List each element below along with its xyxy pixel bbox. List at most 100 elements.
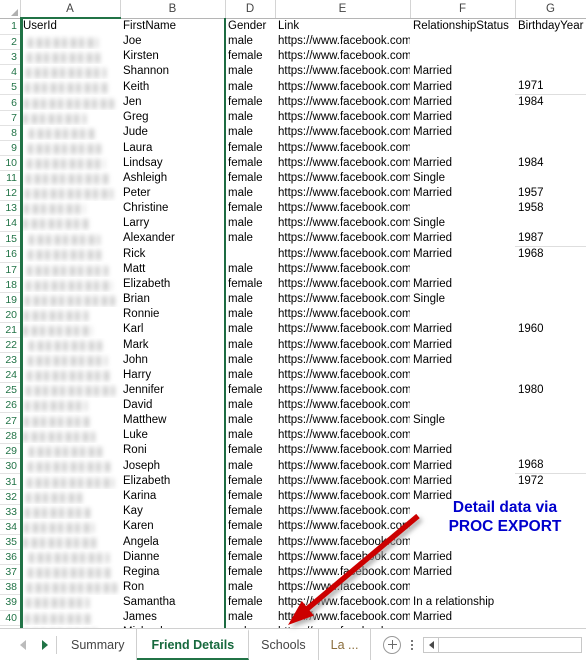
cell-userid[interactable] [20, 322, 120, 337]
cell-userid[interactable] [20, 443, 120, 458]
cell-relationshipstatus[interactable]: Married [410, 610, 515, 625]
cell-firstname[interactable]: Mark [120, 338, 225, 353]
row-header[interactable]: 27 [0, 412, 20, 429]
row-header[interactable]: 15 [0, 231, 20, 248]
column-header-b[interactable]: B [120, 0, 226, 19]
cell-birthdayyear[interactable] [515, 413, 586, 428]
cell-gender[interactable]: male [225, 292, 275, 307]
cell-userid[interactable] [20, 95, 120, 111]
cell-e1[interactable]: Link [275, 18, 410, 34]
cell-userid[interactable] [20, 428, 120, 443]
cell-link[interactable]: https://www.facebook.com/jen.y [275, 95, 410, 111]
cell-userid[interactable] [20, 262, 120, 277]
cell-userid[interactable] [20, 550, 120, 565]
cell-birthdayyear[interactable]: 1957 [515, 186, 586, 201]
cell-userid[interactable] [20, 201, 120, 216]
row-header[interactable]: 13 [0, 200, 20, 217]
cell-link[interactable]: https://www.facebook.com/larry [275, 216, 410, 231]
cell-relationshipstatus[interactable]: Married [410, 64, 515, 79]
cell-gender[interactable]: male [225, 398, 275, 413]
more-options-icon[interactable] [411, 639, 414, 650]
row-header[interactable]: 30 [0, 458, 20, 475]
column-header-f[interactable]: F [410, 0, 516, 19]
cell-userid[interactable] [20, 353, 120, 368]
row-header[interactable]: 16 [0, 246, 20, 263]
cell-gender[interactable]: female [225, 201, 275, 216]
cell-birthdayyear[interactable]: 1968 [515, 247, 586, 263]
table-row[interactable]: 7 Gregmalehttps://www.facebook.com/grafgM… [0, 110, 586, 126]
cell-birthdayyear[interactable] [515, 565, 586, 580]
cell-link[interactable]: https://www.facebook.com/uppe [275, 262, 410, 277]
row-header[interactable]: 1 [0, 18, 20, 35]
cell-birthdayyear[interactable] [515, 307, 586, 322]
row-header[interactable]: 10 [0, 155, 20, 172]
cell-firstname[interactable]: James [120, 610, 225, 625]
table-row[interactable]: 21 Karlmalehttps://www.facebook.com/karl.… [0, 322, 586, 339]
cell-birthdayyear[interactable] [515, 292, 586, 307]
cell-relationshipstatus[interactable] [410, 49, 515, 64]
table-row[interactable]: 28 Lukemalehttps://www.facebook.com/luke. [0, 428, 586, 444]
table-row[interactable]: 23 Johnmalehttps://www.facebook.com/john.… [0, 352, 586, 369]
cell-link[interactable]: https://www.facebook.com/mark [275, 338, 410, 353]
row-header[interactable]: 14 [0, 215, 20, 232]
table-row[interactable]: 18 Elizabeth female https://www.facebook.co… [0, 277, 586, 293]
cell-birthdayyear[interactable]: 1984 [515, 156, 586, 171]
table-row[interactable]: 9 Laurafemalehttps://www.facebook.com/lau… [0, 140, 586, 157]
hidden-column-c-indicator[interactable] [224, 18, 226, 628]
cell-gender[interactable]: male [225, 610, 275, 625]
row-header[interactable]: 20 [0, 307, 20, 323]
cell-firstname[interactable]: Joseph [120, 458, 225, 474]
sheet-tab-la[interactable]: La ... [319, 629, 372, 660]
cell-relationshipstatus[interactable]: Single [410, 292, 515, 307]
cell-userid[interactable] [20, 504, 120, 519]
row-header[interactable]: 37 [0, 564, 20, 581]
cell-birthdayyear[interactable] [515, 338, 586, 353]
cell-userid[interactable] [20, 307, 120, 322]
cell-birthdayyear[interactable] [515, 171, 586, 186]
cell-birthdayyear[interactable] [515, 428, 586, 443]
cell-firstname[interactable]: Laura [120, 140, 225, 155]
row-header[interactable]: 21 [0, 322, 20, 339]
cell-relationshipstatus[interactable] [410, 307, 515, 322]
cell-birthdayyear[interactable] [515, 595, 586, 610]
cell-link[interactable]: https://www.facebook.com/john. [275, 353, 410, 368]
table-row[interactable]: 10 Lindsayfemalehttps://www.facebook.com/… [0, 155, 586, 172]
cell-link[interactable]: https://www.facebook.com/karl. [275, 322, 410, 337]
table-row[interactable]: 24 Harrymalehttps://www.facebook.com/hjma [0, 367, 586, 384]
cell-userid[interactable] [20, 535, 120, 550]
cell-link[interactable]: https://www.facebook.com/kare [275, 519, 410, 534]
cell-gender[interactable]: female [225, 504, 275, 519]
cell-gender[interactable]: male [225, 322, 275, 337]
cell-relationshipstatus[interactable]: Married [410, 550, 515, 565]
cell-birthdayyear[interactable]: 1980 [515, 383, 586, 398]
cell-birthdayyear[interactable] [515, 443, 586, 458]
cell-g1[interactable]: BirthdayYear [515, 18, 586, 34]
cell-d1[interactable]: Gender [225, 18, 275, 34]
cell-userid[interactable] [20, 49, 120, 64]
cell-relationshipstatus[interactable]: Married [410, 125, 515, 140]
table-row[interactable]: 26 Davidmalehttps://www.facebook.com/davi [0, 397, 586, 414]
cell-gender[interactable]: female [225, 489, 275, 504]
cell-link[interactable]: https://www.facebook.com/laura [275, 140, 410, 155]
cell-gender[interactable]: male [225, 428, 275, 443]
cell-firstname[interactable]: John [120, 353, 225, 368]
cell-firstname[interactable]: Kirsten [120, 49, 225, 64]
cell-userid[interactable] [20, 79, 120, 95]
cell-userid[interactable] [20, 368, 120, 383]
cell-relationshipstatus[interactable] [410, 34, 515, 49]
add-sheet-button[interactable] [383, 635, 402, 654]
table-row[interactable]: 38 Ronmalehttps://www.facebook.com/ron.s [0, 579, 586, 596]
cell-gender[interactable]: male [225, 216, 275, 231]
cell-relationshipstatus[interactable] [410, 428, 515, 443]
cell-birthdayyear[interactable] [515, 125, 586, 140]
cell-birthdayyear[interactable] [515, 262, 586, 277]
cell-relationshipstatus[interactable]: Married [410, 247, 515, 263]
table-row[interactable]: 19 Brianmalehttps://www.facebook.com/blue… [0, 292, 586, 308]
cell-userid[interactable] [20, 277, 120, 292]
cell-gender[interactable]: female [225, 95, 275, 111]
cell-firstname[interactable]: Jennifer [120, 383, 225, 398]
cell-gender[interactable]: male [225, 368, 275, 383]
cell-firstname[interactable]: Rick [120, 247, 225, 263]
cell-birthdayyear[interactable]: 1972 [515, 474, 586, 490]
table-row[interactable]: 15 Alexandermalehttps://www.facebook.com/… [0, 231, 586, 248]
